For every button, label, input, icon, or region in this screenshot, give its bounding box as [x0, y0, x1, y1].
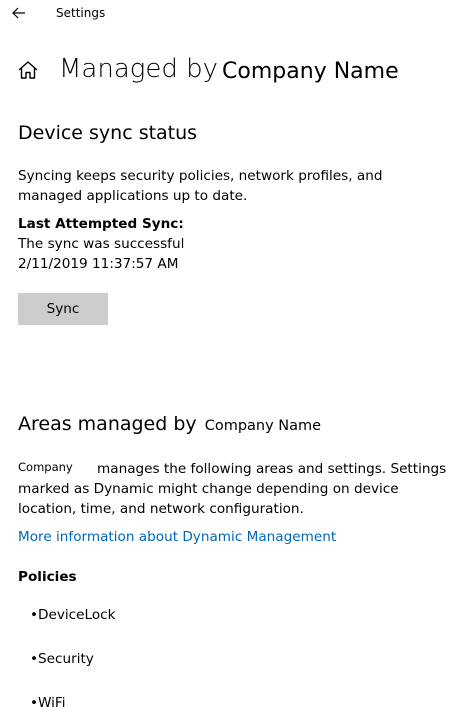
sync-section-heading: Device sync status — [18, 122, 198, 144]
policy-item-wifi: •WiFi — [30, 695, 66, 711]
back-arrow-icon — [12, 7, 25, 19]
page-title: Managed by Company Name — [59, 50, 399, 90]
last-sync-status: The sync was successful — [18, 236, 185, 252]
areas-description: Company manages the following areas and s… — [18, 459, 448, 519]
sync-description: Syncing keeps security policies, network… — [18, 168, 383, 204]
home-icon[interactable] — [17, 60, 39, 80]
back-button[interactable] — [6, 2, 32, 24]
policy-item-devicelock: •DeviceLock — [30, 607, 116, 623]
last-sync-label: Last Attempted Sync: — [18, 216, 184, 232]
areas-heading-org-name: Company Name — [204, 418, 322, 434]
org-short-name: Company — [18, 460, 73, 474]
areas-heading-text: Areas managed by — [18, 413, 197, 435]
sync-button[interactable]: Sync — [18, 293, 108, 325]
policy-item-security: •Security — [30, 651, 94, 667]
last-sync-time: 2/11/2019 11:37:57 AM — [18, 256, 179, 272]
settings-page: Settings Managed by Company Name Device s… — [0, 0, 453, 718]
areas-section-heading: Areas managed by Company Name — [18, 411, 321, 439]
policies-label: Policies — [18, 569, 77, 585]
page-title-org-name: Company Name — [222, 59, 399, 84]
dynamic-management-link[interactable]: More information about Dynamic Managemen… — [18, 527, 336, 547]
page-title-text: Managed by — [59, 54, 219, 84]
app-title: Settings — [56, 6, 106, 20]
title-bar: Settings — [0, 0, 453, 28]
